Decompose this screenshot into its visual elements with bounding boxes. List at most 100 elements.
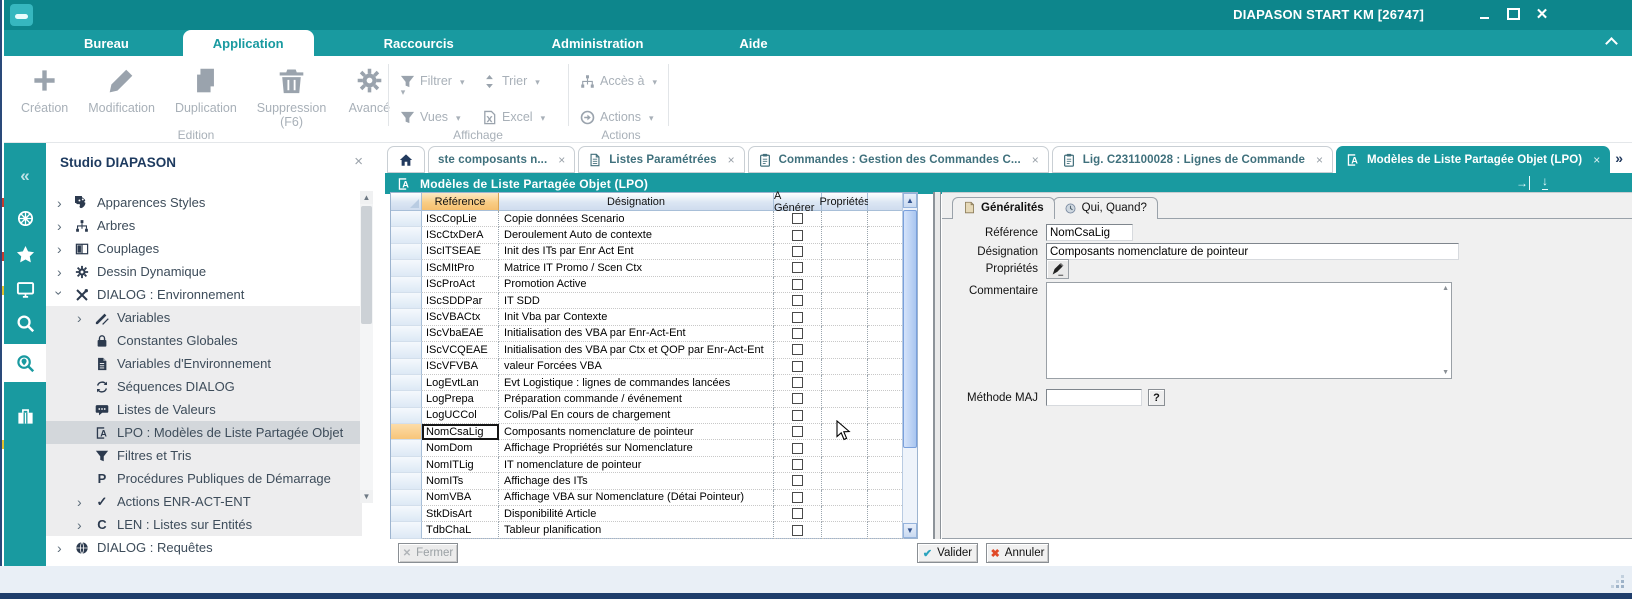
- grid-row[interactable]: TdbChaL Tableur planification: [391, 522, 904, 538]
- row-selector[interactable]: [391, 375, 422, 391]
- ribbon-button[interactable]: Création: [16, 61, 73, 129]
- tree-item[interactable]: Listes de Valeurs: [46, 398, 362, 421]
- methode-maj-input[interactable]: [1046, 389, 1142, 406]
- a-generer-checkbox[interactable]: [792, 279, 803, 290]
- detail-tab[interactable]: Généralités: [952, 197, 1055, 219]
- row-selector[interactable]: [391, 440, 422, 456]
- grid-row[interactable]: NomVBA Affichage VBA sur Nomenclature (D…: [391, 490, 904, 506]
- dropdown-arrow-icon[interactable]: [538, 110, 546, 124]
- dropdown-arrow-icon[interactable]: [649, 74, 657, 88]
- row-selector[interactable]: [391, 408, 422, 424]
- grid-row[interactable]: IScMItPro Matrice IT Promo / Scen Ctx: [391, 260, 904, 276]
- ribbon-dropdown-button[interactable]: Actions: [580, 104, 664, 130]
- row-selector[interactable]: [391, 260, 422, 276]
- valider-button[interactable]: Valider: [917, 543, 978, 563]
- expand-chevron-icon[interactable]: [77, 520, 87, 530]
- ribbon-dropdown-button[interactable]: Vues: [400, 104, 480, 130]
- scroll-down-icon[interactable]: ▼: [360, 490, 373, 503]
- expand-chevron-icon[interactable]: [57, 198, 67, 208]
- grid-scrollbar[interactable]: ▲ ▼: [902, 193, 917, 538]
- a-generer-checkbox[interactable]: [792, 393, 803, 404]
- tree-item[interactable]: Apparences Styles: [46, 191, 362, 214]
- tree-item[interactable]: Variables d'Environnement: [46, 352, 362, 375]
- grid-row[interactable]: LogEvtLan Evt Logistique : lignes de com…: [391, 375, 904, 391]
- expand-chevron-icon[interactable]: [57, 290, 67, 300]
- close-button[interactable]: ✕: [1534, 6, 1550, 22]
- close-tab-icon[interactable]: [558, 153, 565, 167]
- wheel-settings-icon[interactable]: [4, 201, 46, 235]
- grid-row[interactable]: NomITLig IT nomenclature de pointeur: [391, 457, 904, 473]
- column-header-reference[interactable]: Référence: [422, 193, 499, 211]
- a-generer-checkbox[interactable]: [792, 213, 803, 224]
- collapse-ribbon-icon[interactable]: [1605, 37, 1618, 50]
- close-tab-icon[interactable]: [1316, 153, 1323, 167]
- menu-item[interactable]: Application: [183, 30, 314, 56]
- tree-item[interactable]: DIALOG : Environnement: [46, 283, 362, 306]
- scrollbar-thumb[interactable]: [903, 210, 917, 448]
- detail-tab[interactable]: Qui, Quand?: [1053, 197, 1158, 219]
- resize-grip[interactable]: [1612, 576, 1624, 588]
- panel-splitter[interactable]: [933, 192, 941, 539]
- tree-item[interactable]: Arbres: [46, 214, 362, 237]
- close-sidebar-icon[interactable]: ×: [354, 153, 363, 170]
- a-generer-checkbox[interactable]: [792, 295, 803, 306]
- ribbon-dropdown-button[interactable]: Accès à: [580, 68, 664, 94]
- briefcase-icon[interactable]: [4, 399, 46, 433]
- ribbon-dropdown-button[interactable]: Trier: [482, 68, 560, 94]
- tree-item[interactable]: C LEN : Listes sur Entités: [46, 513, 362, 536]
- sidebar-scrollbar[interactable]: ▲ ▼: [360, 191, 373, 503]
- proprietes-pen-button[interactable]: [1046, 259, 1069, 279]
- tree-item[interactable]: Filtres et Tris: [46, 444, 362, 467]
- grid-row[interactable]: IScSDDPar IT SDD: [391, 293, 904, 309]
- collapse-sidebar-icon[interactable]: «: [4, 159, 46, 193]
- scroll-up-icon[interactable]: ▲: [903, 193, 917, 208]
- tree-item[interactable]: DIALOG : Requêtes: [46, 536, 362, 559]
- maximize-button[interactable]: [1505, 6, 1521, 22]
- grid-row[interactable]: IScProAct Promotion Active: [391, 277, 904, 293]
- tree-item[interactable]: Séquences DIALOG: [46, 375, 362, 398]
- a-generer-checkbox[interactable]: [792, 492, 803, 503]
- ribbon-dropdown-button[interactable]: Excel: [482, 104, 560, 130]
- menu-item[interactable]: Aide: [711, 30, 795, 56]
- ribbon-dropdown-button[interactable]: Filtrer: [400, 68, 480, 94]
- dropdown-arrow-icon[interactable]: [453, 110, 461, 124]
- tree-item[interactable]: Couplages: [46, 237, 362, 260]
- dropdown-arrow-icon[interactable]: [646, 110, 654, 124]
- close-tab-icon[interactable]: [728, 153, 735, 167]
- row-selector[interactable]: [391, 277, 422, 293]
- a-generer-checkbox[interactable]: [792, 508, 803, 519]
- grid-row[interactable]: IScCtxDerA Deroulement Auto de contexte: [391, 227, 904, 243]
- scroll-up-icon[interactable]: ▲: [360, 191, 373, 204]
- document-tab[interactable]: Listes Paramétrées: [578, 146, 744, 173]
- fermer-button[interactable]: Fermer: [398, 543, 458, 563]
- row-selector[interactable]: [391, 473, 422, 489]
- grid-row[interactable]: LogUCCol Colis/Pal En cours de chargemen…: [391, 408, 904, 424]
- ribbon-button[interactable]: Duplication: [170, 61, 242, 129]
- a-generer-checkbox[interactable]: [792, 525, 803, 536]
- a-generer-checkbox[interactable]: [792, 312, 803, 323]
- ribbon-button[interactable]: Modification: [83, 61, 160, 129]
- a-generer-checkbox[interactable]: [792, 262, 803, 273]
- menu-item[interactable]: Bureau: [56, 30, 157, 56]
- dropdown-arrow-icon[interactable]: [457, 74, 465, 88]
- tab-overflow-icon[interactable]: »: [1615, 150, 1622, 166]
- column-header-designation[interactable]: Désignation: [499, 193, 774, 211]
- a-generer-checkbox[interactable]: [792, 230, 803, 241]
- document-tab[interactable]: ste composants n...: [428, 146, 575, 173]
- column-header-a-generer[interactable]: A Générer: [774, 193, 822, 211]
- grid-row[interactable]: IScCopLie Copie données Scenario: [391, 211, 904, 227]
- tree-item[interactable]: Constantes Globales: [46, 329, 362, 352]
- scroll-down-icon[interactable]: ▼: [1442, 369, 1449, 376]
- document-tab[interactable]: Lig. C231100028 : Lignes de Commande: [1052, 146, 1333, 173]
- row-selector[interactable]: [391, 227, 422, 243]
- grid-row[interactable]: StkDisArt Disponibilité Article: [391, 506, 904, 522]
- a-generer-checkbox[interactable]: [792, 475, 803, 486]
- annuler-button[interactable]: Annuler: [986, 543, 1049, 563]
- grid-row[interactable]: NomDom Affichage Propriétés sur Nomencla…: [391, 440, 904, 456]
- tree-item[interactable]: Dessin Dynamique: [46, 260, 362, 283]
- grid-row[interactable]: NomCsaLig Composants nomenclature de poi…: [391, 424, 904, 440]
- close-tab-icon[interactable]: [1593, 153, 1600, 167]
- row-selector[interactable]: [391, 244, 422, 260]
- grid-row[interactable]: NomITs Affichage des ITs: [391, 473, 904, 489]
- tree-item[interactable]: P Procédures Publiques de Démarrage: [46, 467, 362, 490]
